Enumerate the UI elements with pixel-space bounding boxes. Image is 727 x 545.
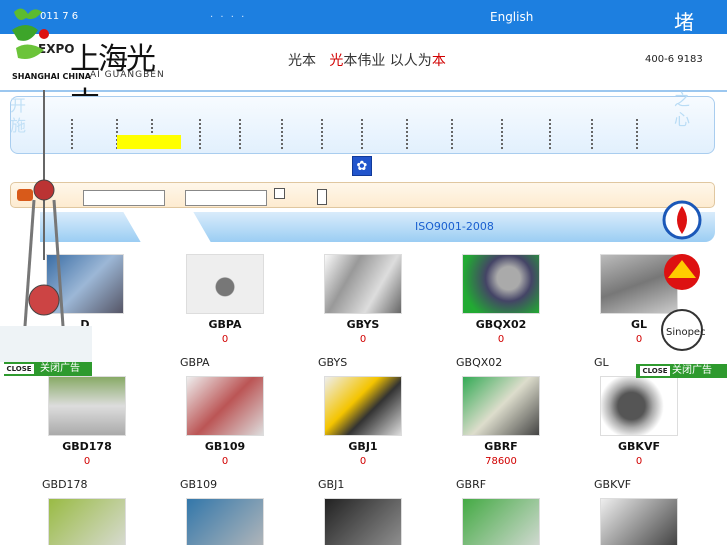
right-ad-close-button[interactable]: CLOSE bbox=[640, 366, 670, 376]
product-subtitle[interactable]: GL bbox=[594, 356, 609, 369]
category-input[interactable] bbox=[185, 190, 267, 206]
search-checkbox[interactable] bbox=[274, 188, 285, 199]
product-subtitle[interactable]: GBQX02 bbox=[456, 356, 502, 369]
search-bar bbox=[10, 182, 715, 208]
product-image[interactable] bbox=[48, 376, 126, 436]
product-image[interactable] bbox=[324, 376, 402, 436]
phone-number: 400-6 9183 bbox=[645, 54, 703, 65]
tv-tower-icon bbox=[0, 90, 92, 362]
product-code[interactable]: GBYS bbox=[318, 318, 408, 331]
section-tab bbox=[123, 212, 211, 242]
product-image[interactable] bbox=[186, 376, 264, 436]
right-char: 堵 bbox=[674, 10, 694, 34]
product-subtitle[interactable]: GBYS bbox=[318, 356, 347, 369]
iso-text: ISO9001-2008 bbox=[415, 220, 494, 233]
product-price: 0 bbox=[221, 456, 229, 467]
logo-sh-text: SHANGHAI CHINA bbox=[12, 72, 91, 81]
logo-en-text: AI GUANGBEN bbox=[90, 70, 165, 80]
slogan-part-d: 本 bbox=[431, 53, 446, 69]
product-subtitle[interactable]: GBRF bbox=[456, 478, 486, 491]
product-image[interactable] bbox=[324, 498, 402, 545]
nav-item[interactable] bbox=[451, 119, 454, 149]
product-code[interactable]: GBPA bbox=[180, 318, 270, 331]
product-image[interactable] bbox=[600, 498, 678, 545]
nav-item[interactable] bbox=[239, 119, 242, 149]
product-price: 0 bbox=[635, 456, 643, 467]
product-subtitle[interactable]: GBPA bbox=[180, 356, 210, 369]
product-price: 0 bbox=[83, 456, 91, 467]
oil-company-logos-icon: Sinopec bbox=[661, 200, 706, 351]
product-image[interactable] bbox=[462, 376, 540, 436]
expo-mascot-icon bbox=[12, 8, 49, 59]
nav-item[interactable] bbox=[549, 119, 552, 149]
english-link[interactable]: English bbox=[490, 10, 533, 24]
product-image[interactable] bbox=[186, 498, 264, 545]
product-code[interactable]: GB109 bbox=[180, 440, 270, 453]
product-code[interactable]: GBJ1 bbox=[318, 440, 408, 453]
product-image[interactable] bbox=[48, 498, 126, 545]
left-ad-close-button[interactable]: CLOSE bbox=[4, 364, 34, 374]
product-code[interactable]: GBQX02 bbox=[456, 318, 546, 331]
product-price: 0 bbox=[359, 334, 367, 345]
search-button[interactable] bbox=[317, 189, 327, 205]
nav-item[interactable] bbox=[591, 119, 594, 149]
top-dots: · · · · bbox=[210, 12, 247, 23]
nav-item[interactable] bbox=[199, 119, 202, 149]
top-bar: 011 7 6 · · · · English 堵 bbox=[0, 0, 727, 34]
nav-item[interactable] bbox=[281, 119, 284, 149]
header: EXPO 上海光本 AI GUANGBEN SHANGHAI CHINA 光本 … bbox=[0, 34, 727, 121]
page: 011 7 6 · · · · English 堵 EXPO 上海光本 AI G… bbox=[0, 0, 727, 545]
product-image[interactable] bbox=[600, 376, 678, 436]
search-input[interactable] bbox=[83, 190, 165, 206]
product-price: 0 bbox=[497, 334, 505, 345]
right-float-ad[interactable]: 之 心 Sinopec 关闭广告 CLOSE bbox=[636, 90, 727, 378]
nav-active-highlight[interactable] bbox=[117, 135, 181, 149]
product-image[interactable] bbox=[462, 254, 540, 314]
product-subtitle[interactable]: GBJ1 bbox=[318, 478, 344, 491]
product-subtitle[interactable]: GBKVF bbox=[594, 478, 631, 491]
slogan-part-c: 本伟业 以人为 bbox=[343, 53, 432, 69]
nav-item[interactable] bbox=[406, 119, 409, 149]
svg-text:Sinopec: Sinopec bbox=[666, 327, 706, 338]
product-price: 78600 bbox=[485, 456, 517, 467]
slogan-part-b: 光 bbox=[329, 53, 344, 69]
product-code[interactable]: GBRF bbox=[456, 440, 546, 453]
product-price: 0 bbox=[359, 456, 367, 467]
main-nav bbox=[10, 96, 715, 154]
nav-item[interactable] bbox=[501, 119, 504, 149]
product-code[interactable]: GBKVF bbox=[594, 440, 684, 453]
slogan-part-a: 光本 bbox=[288, 53, 316, 69]
product-image[interactable] bbox=[462, 498, 540, 545]
nav-item[interactable] bbox=[321, 119, 324, 149]
product-image[interactable] bbox=[186, 254, 264, 314]
slogan: 光本 光本伟业 以人为本 bbox=[288, 50, 446, 70]
product-image[interactable] bbox=[324, 254, 402, 314]
nav-item[interactable] bbox=[361, 119, 364, 149]
product-code[interactable]: GBD178 bbox=[42, 440, 132, 453]
product-price: 0 bbox=[221, 334, 229, 345]
product-subtitle[interactable]: GB109 bbox=[180, 478, 217, 491]
product-subtitle[interactable]: GBD178 bbox=[42, 478, 88, 491]
left-float-ad[interactable]: 开 施 关闭广告 CLOSE bbox=[0, 90, 92, 376]
section-title-bar: ISO9001-2008 bbox=[40, 212, 715, 242]
paw-icon[interactable]: ✿ bbox=[352, 156, 372, 176]
